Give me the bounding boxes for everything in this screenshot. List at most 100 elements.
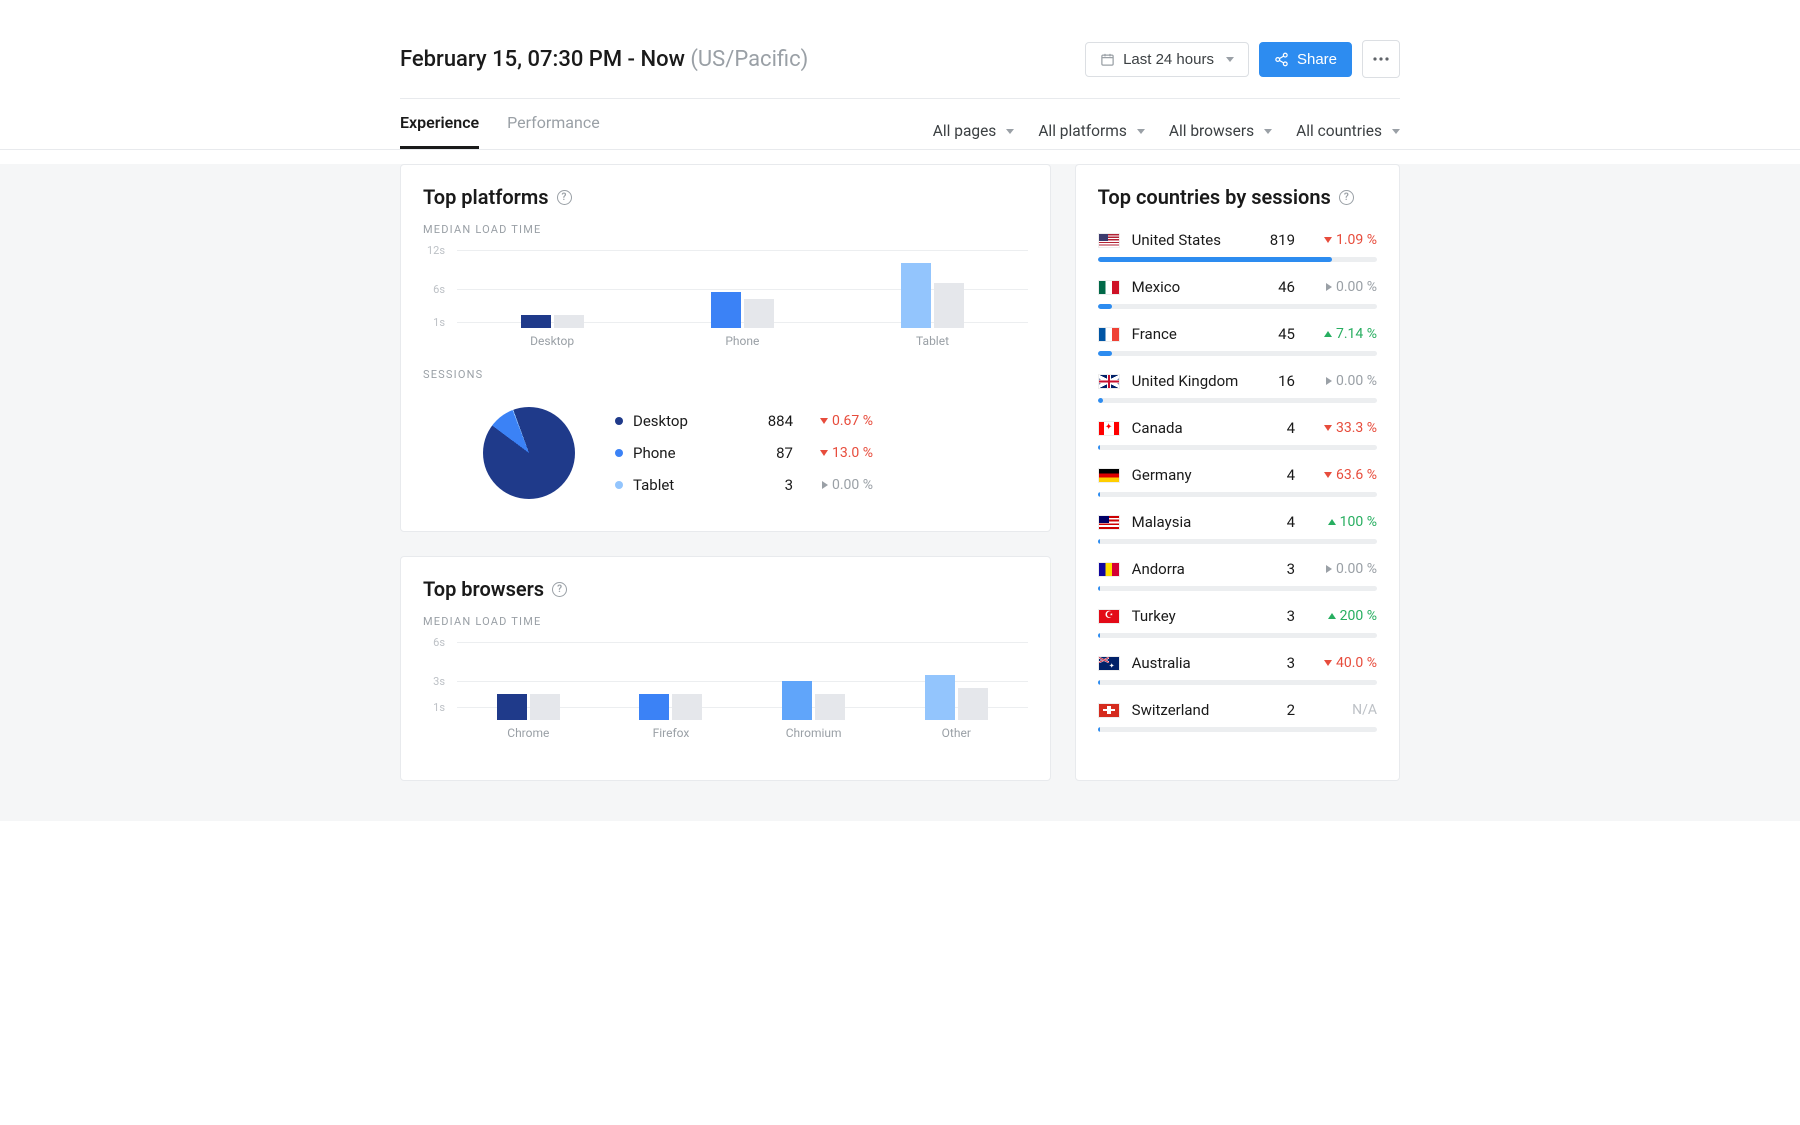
trend-triangle-icon [1328, 519, 1336, 525]
trend-indicator: 100 % [1307, 514, 1377, 530]
progress-bar [1098, 727, 1377, 732]
bar-label: Chrome [478, 726, 578, 740]
card-top-countries: Top countries by sessions ? United State… [1075, 164, 1400, 781]
card-top-platforms: Top platforms ? MEDIAN LOAD TIME 12s6s1s… [400, 164, 1051, 532]
filter-platforms[interactable]: All platforms [1038, 122, 1145, 140]
country-row[interactable]: Malaysia4100 % [1098, 505, 1377, 552]
section-label: SESSIONS [423, 368, 1028, 381]
legend-value: 3 [733, 476, 793, 494]
country-name: Malaysia [1132, 513, 1241, 531]
flag-icon [1098, 468, 1120, 483]
legend-label: Desktop [633, 412, 723, 430]
flag-icon [1098, 609, 1120, 624]
card-top-browsers: Top browsers ? MEDIAN LOAD TIME 6s3s1sCh… [400, 556, 1051, 781]
filters: All pages All platforms All browsers All… [933, 122, 1400, 140]
progress-bar [1098, 398, 1377, 403]
card-title-text: Top browsers [423, 577, 544, 601]
chevron-down-icon [1392, 129, 1400, 134]
country-name: Andorra [1132, 560, 1241, 578]
country-sessions: 4 [1253, 466, 1295, 484]
time-picker-label: Last 24 hours [1123, 51, 1214, 68]
legend-value: 884 [733, 412, 793, 430]
filter-browsers[interactable]: All browsers [1169, 122, 1272, 140]
platforms-bar-chart: 12s6s1sDesktopPhoneTablet [423, 250, 1028, 360]
flag-icon [1098, 562, 1120, 577]
bar [744, 299, 774, 328]
country-sessions: 45 [1253, 325, 1295, 343]
country-row[interactable]: United States8191.09 % [1098, 223, 1377, 270]
flag-icon [1098, 703, 1120, 718]
country-sessions: 3 [1253, 607, 1295, 625]
sessions-pie-chart [483, 407, 575, 499]
country-row[interactable]: United Kingdom160.00 % [1098, 364, 1377, 411]
bar [815, 694, 845, 720]
filter-pages[interactable]: All pages [933, 122, 1015, 140]
trend-triangle-icon [822, 481, 828, 489]
y-tick: 3s [433, 675, 445, 688]
progress-bar [1098, 633, 1377, 638]
trend-indicator: 0.00 % [803, 477, 873, 493]
trend-indicator: 0.00 % [1307, 373, 1377, 389]
country-row[interactable]: Mexico460.00 % [1098, 270, 1377, 317]
trend-triangle-icon [820, 418, 828, 424]
card-title-text: Top countries by sessions [1098, 185, 1331, 209]
y-tick: 12s [427, 244, 445, 257]
calendar-icon [1100, 52, 1115, 67]
timezone-text: (US/Pacific) [690, 47, 808, 72]
flag-icon [1098, 421, 1120, 436]
country-row[interactable]: France457.14 % [1098, 317, 1377, 364]
time-picker[interactable]: Last 24 hours [1085, 42, 1249, 77]
help-icon[interactable]: ? [552, 582, 567, 597]
progress-bar [1098, 351, 1377, 356]
view-tabs: Experience Performance [400, 113, 600, 149]
flag-icon [1098, 374, 1120, 389]
trend-triangle-icon [1326, 565, 1332, 573]
flag-icon [1098, 280, 1120, 295]
bar [521, 315, 551, 328]
country-row[interactable]: Turkey3200 % [1098, 599, 1377, 646]
help-icon[interactable]: ? [1339, 190, 1354, 205]
progress-bar [1098, 680, 1377, 685]
tab-experience[interactable]: Experience [400, 113, 479, 149]
legend-label: Tablet [633, 476, 723, 494]
y-tick: 1s [433, 701, 445, 714]
country-row[interactable]: Canada433.3 % [1098, 411, 1377, 458]
legend-row: Tablet 3 0.00 % [615, 469, 1028, 501]
bar [901, 263, 931, 328]
section-label: MEDIAN LOAD TIME [423, 223, 1028, 236]
country-name: United Kingdom [1132, 372, 1241, 390]
tab-performance[interactable]: Performance [507, 113, 600, 149]
page-header: February 15, 07:30 PM - Now (US/Pacific)… [400, 40, 1400, 98]
platforms-sessions: Desktop8840.67 %Phone8713.0 %Tablet30.00… [423, 395, 1028, 511]
country-sessions: 3 [1253, 654, 1295, 672]
country-name: France [1132, 325, 1241, 343]
chevron-down-icon [1006, 129, 1014, 134]
more-button[interactable] [1362, 40, 1400, 78]
trend-triangle-icon [820, 450, 828, 456]
country-name: Canada [1132, 419, 1241, 437]
country-name: Australia [1132, 654, 1241, 672]
browsers-bar-chart: 6s3s1sChromeFirefoxChromiumOther [423, 642, 1028, 752]
bar-label: Firefox [621, 726, 721, 740]
bar [639, 694, 669, 720]
bar [530, 694, 560, 720]
bar [958, 688, 988, 721]
trend-triangle-icon [1324, 472, 1332, 478]
progress-bar [1098, 492, 1377, 497]
country-row[interactable]: Australia340.0 % [1098, 646, 1377, 693]
share-icon [1274, 52, 1289, 67]
country-sessions: 3 [1253, 560, 1295, 578]
legend-value: 87 [733, 444, 793, 462]
trend-indicator: 200 % [1307, 608, 1377, 624]
country-row[interactable]: Switzerland2N/A [1098, 693, 1377, 740]
bar [934, 283, 964, 329]
share-button[interactable]: Share [1259, 42, 1352, 77]
country-name: Mexico [1132, 278, 1241, 296]
country-row[interactable]: Germany463.6 % [1098, 458, 1377, 505]
filter-countries[interactable]: All countries [1296, 122, 1400, 140]
country-row[interactable]: Andorra30.00 % [1098, 552, 1377, 599]
progress-bar [1098, 445, 1377, 450]
bar [711, 292, 741, 328]
help-icon[interactable]: ? [557, 190, 572, 205]
bar [554, 315, 584, 328]
